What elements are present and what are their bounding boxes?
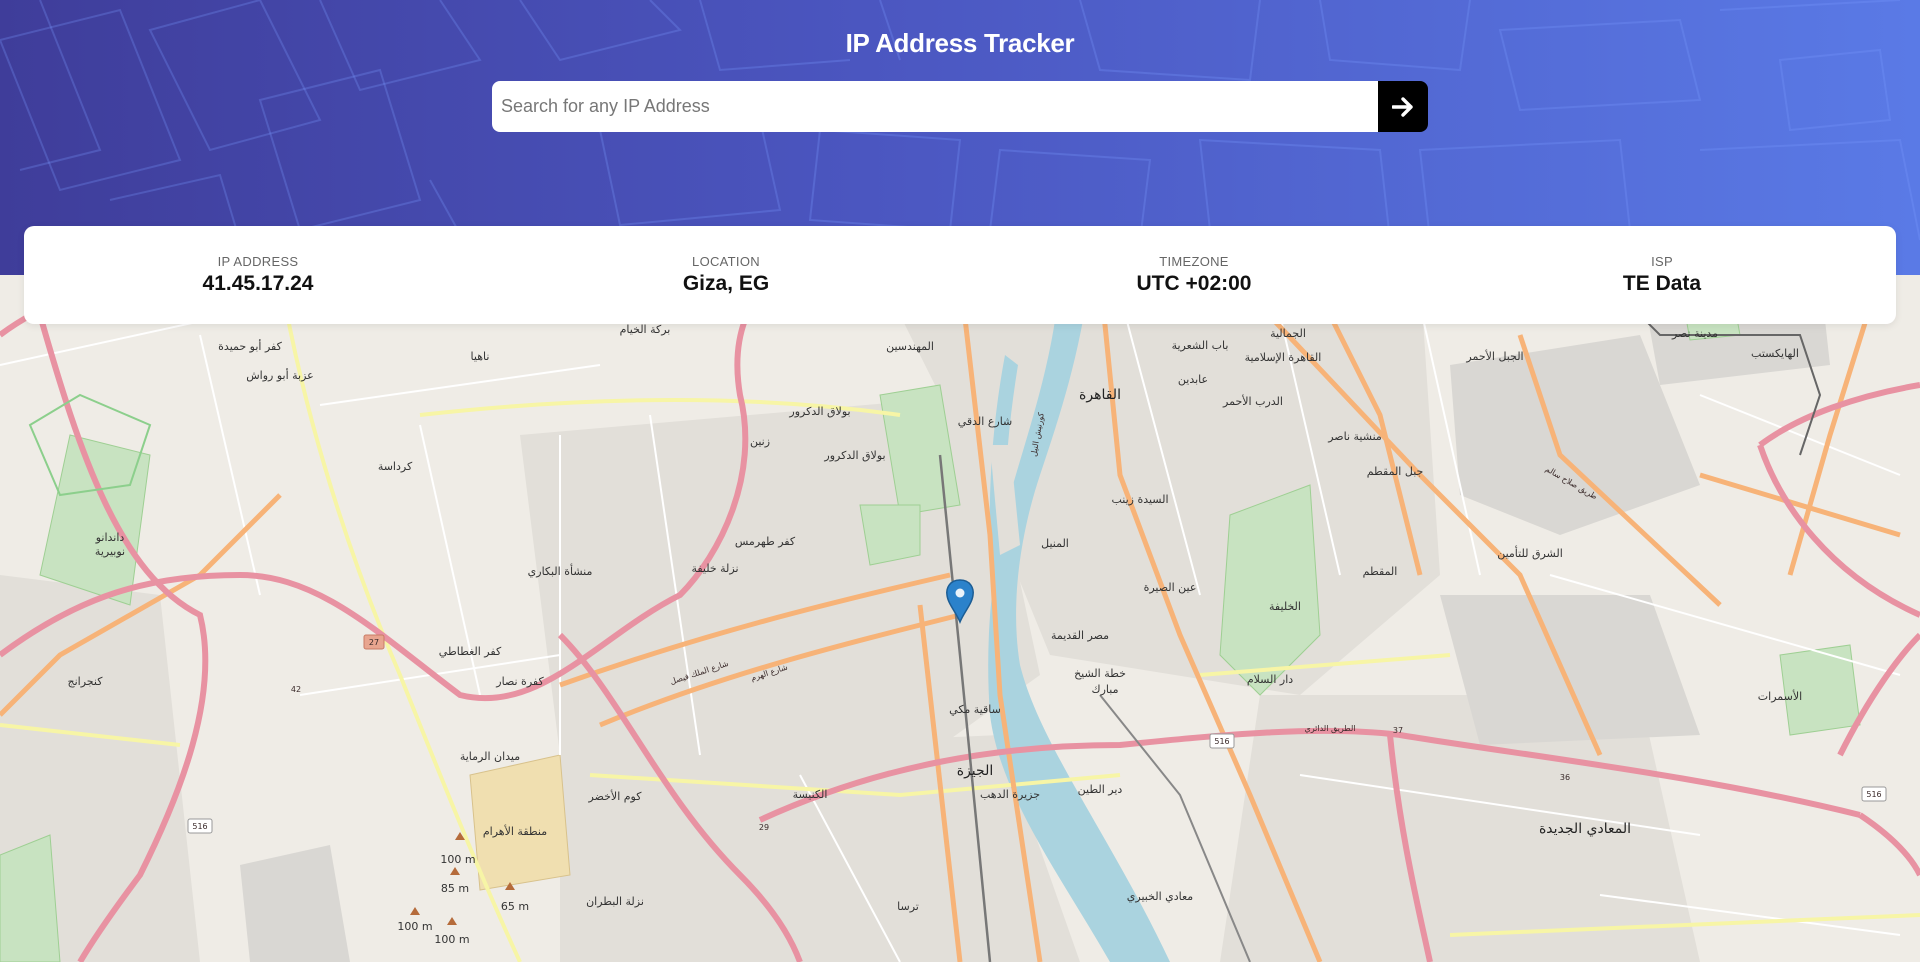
map-label-islamic-cairo: القاهرة الإسلامية [1245, 351, 1322, 364]
timezone-label: TIMEZONE [1159, 254, 1229, 269]
arrow-right-icon [1392, 96, 1413, 117]
map-label-manshiet-nasser: منشية ناصر [1327, 430, 1382, 443]
map-label-dayr-tin: دير الطين [1078, 783, 1123, 796]
map-label-madinat-nasr: مدينة نصر [1671, 327, 1718, 340]
ip-address-value: 41.45.17.24 [202, 272, 314, 295]
map-label-abdeen: عابدين [1178, 373, 1208, 386]
map-label-kom-akhdar: كوم الأخضر [588, 789, 643, 803]
map-label-kafr-abu-hamida: كفر أبو حميدة [218, 339, 282, 353]
map-label-nazlet-khalifa: نزلة خليفة [691, 562, 738, 575]
search-form [492, 81, 1428, 132]
map-elevation-100c: 100 m [434, 933, 469, 946]
svg-text:516: 516 [192, 822, 207, 831]
map-label-mubarak: مبارك [1092, 683, 1119, 696]
page-title: IP Address Tracker [845, 28, 1075, 58]
ip-address-section: IP ADDRESS 41.45.17.24 [24, 226, 492, 324]
map-label-manial: المنيل [1041, 537, 1069, 550]
ip-address-label: IP ADDRESS [217, 254, 299, 269]
map-elevation-100b: 100 m [397, 920, 432, 933]
map-label-ain-sira: عين الصيرة [1144, 581, 1197, 594]
map-label-kafr-ghatati: كفر الغطاطي [439, 645, 502, 658]
ip-search-input[interactable] [492, 81, 1378, 132]
map-label-zenin: زنين [750, 435, 770, 448]
road-label-ring-road: الطريق الدائري [1304, 724, 1355, 733]
map-canvas[interactable]: القاهرة الجيزة المهندسين شارع الدقي بولا… [0, 275, 1920, 962]
map-label-pyramids: منطقة الأهرام [483, 824, 547, 838]
map-label-mountain-muqattam: جبل المقطم [1367, 465, 1424, 478]
road-shield-27: 27 [363, 634, 385, 650]
map-label-kanisa: الكنيسة [793, 788, 828, 801]
svg-text:516: 516 [1214, 737, 1229, 746]
road-shield-516: 516 [187, 818, 213, 834]
road-shield-37: 37 [1393, 726, 1403, 735]
road-shield-36: 36 [1560, 773, 1570, 782]
map-label-kafr-nassar: كفرة نصار [495, 675, 544, 688]
map-label-bulaq-dakrour-2: بولاق الدكرور [823, 449, 885, 462]
map-label-bulaq-dakrour: بولاق الدكرور [788, 405, 850, 418]
map-label-dandanaw: داندانو [95, 531, 125, 544]
map-label-kafr-tohormos: كفر طهرمس [735, 535, 796, 548]
map-label-mokattam: المقطم [1363, 565, 1398, 578]
map-label-darb-ahmar: الدرب الأحمر [1222, 394, 1283, 408]
map-label-misr-qadima: مصر القديمة [1051, 629, 1109, 642]
pyramids-area [469, 754, 571, 891]
road-shield-42: 42 [291, 685, 301, 694]
map-label-mohandeseen: المهندسين [886, 340, 934, 353]
search-submit-button[interactable] [1378, 81, 1428, 132]
map-label-gezirat-dahab: جزيرة الدهب [980, 788, 1040, 801]
map-label-monshaat-bakari: منشأة البكاري [528, 563, 593, 578]
map-label-dar-salam: دار السلام [1247, 673, 1293, 686]
isp-value: TE Data [1622, 272, 1702, 295]
map-label-ezbet-abu-rawash: عزبة أبو رواش [246, 368, 314, 382]
map-view[interactable]: القاهرة الجيزة المهندسين شارع الدقي بولا… [0, 275, 1920, 962]
isp-section: ISP TE Data [1428, 226, 1896, 324]
map-label-asmarat: الأسمرات [1758, 689, 1802, 703]
map-label-tersa: ترسا [897, 900, 919, 913]
map-label-khutt-sheikh: خطة الشيخ [1074, 667, 1126, 680]
map-elevation-85: 85 m [441, 882, 469, 895]
svg-text:27: 27 [369, 638, 379, 647]
map-label-nazlet-batran: نزلة البطران [586, 895, 644, 908]
map-label-gamaliya: الجمالية [1270, 327, 1306, 340]
map-label-haykstep: الهايكستب [1751, 347, 1799, 360]
map-label-saqiyat-makki: ساقية مكي [949, 703, 1001, 716]
map-elevation-100: 100 m [440, 853, 475, 866]
map-elevation-65: 65 m [501, 900, 529, 913]
svg-text:42: 42 [291, 685, 301, 694]
map-label-mountain-ahmar: الجبل الأحمر [1465, 349, 1523, 363]
timezone-section: TIMEZONE UTC +02:00 [960, 226, 1428, 324]
location-label: LOCATION [692, 254, 760, 269]
location-section: LOCATION Giza, EG [492, 226, 960, 324]
map-label-maadi-khubiri: معادي الخبيري [1127, 890, 1193, 903]
ip-info-card: IP ADDRESS 41.45.17.24 LOCATION Giza, EG… [24, 226, 1896, 324]
isp-label: ISP [1651, 254, 1673, 269]
map-label-birkat-khayam: بركة الخيام [620, 323, 671, 336]
timezone-value: UTC +02:00 [1136, 272, 1252, 295]
map-label-sharq-tameen: الشرق للتأمين [1497, 545, 1563, 560]
map-label-giza: الجيزة [957, 763, 993, 779]
road-shield-516b: 516 [1209, 733, 1235, 749]
map-label-dokki: شارع الدقي [958, 415, 1013, 428]
svg-text:516: 516 [1866, 790, 1881, 799]
map-label-sayeda-zeinab: السيدة زينب [1111, 493, 1168, 506]
map-label-maadi-jadida: المعادي الجديدة [1539, 821, 1631, 837]
map-label-nubaria: نوبيرية [95, 545, 125, 558]
map-label-kangaroo: كنجرانج [68, 675, 104, 688]
road-shield-29: 29 [759, 823, 769, 832]
map-label-bab-shaaria: باب الشعرية [1172, 339, 1229, 352]
map-label-kirdasa: كرداسة [378, 460, 413, 473]
road-shield-516c: 516 [1861, 786, 1887, 802]
map-label-maydan-remaya: ميدان الرماية [460, 750, 520, 763]
location-value: Giza, EG [682, 272, 770, 295]
map-label-khalifa: الخليفة [1269, 600, 1301, 613]
map-label-cairo: القاهرة [1079, 387, 1121, 403]
map-label-nahia: ناهيا [471, 350, 490, 363]
